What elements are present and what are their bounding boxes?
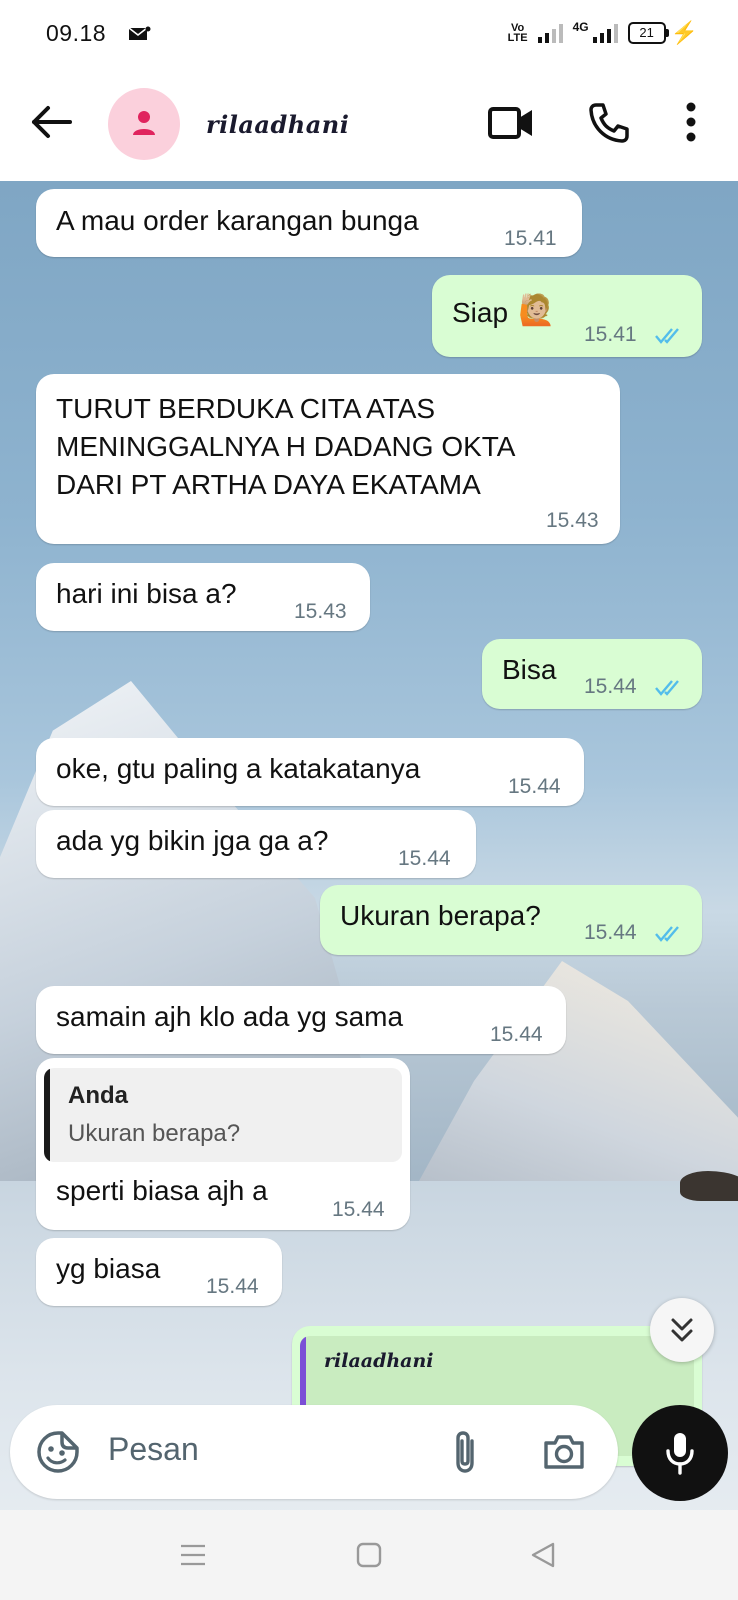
back-arrow-icon[interactable] <box>30 100 74 144</box>
message-time: 15.44 <box>398 847 451 870</box>
message-time: 15.44 <box>490 1023 543 1046</box>
quote-author: rilaadhani <box>324 1350 434 1372</box>
message-composer[interactable]: Pesan <box>10 1405 618 1499</box>
message-incoming-reply[interactable]: Anda Ukuran berapa? sperti biasa ajh a 1… <box>36 1058 410 1230</box>
message-time: 15.44 <box>508 775 561 798</box>
chat-area[interactable]: A mau order karangan bunga 15.41 Siap 🙋🏼… <box>0 181 738 1510</box>
charging-bolt-icon: ⚡ <box>670 20 698 45</box>
avatar[interactable] <box>108 88 180 160</box>
recent-apps-icon[interactable] <box>180 1544 206 1566</box>
battery-icon: 21 ⚡ <box>627 20 698 46</box>
message-time: 15.43 <box>294 600 347 623</box>
chat-header: rilaadhani <box>0 66 738 181</box>
voice-message-button[interactable] <box>632 1405 728 1501</box>
sticker-emoji-icon[interactable] <box>36 1430 80 1474</box>
camera-icon[interactable] <box>542 1433 586 1471</box>
message-incoming[interactable]: TURUT BERDUKA CITA ATAS MENINGGALNYA H D… <box>36 374 620 544</box>
message-outgoing[interactable]: Siap 🙋🏼 15.41 <box>432 275 702 357</box>
system-navigation-bar <box>0 1510 738 1600</box>
avatar-person-icon <box>133 111 155 135</box>
double-chevron-down-icon <box>671 1318 693 1342</box>
message-time: 15.44 <box>332 1198 385 1221</box>
volte-indicator: Vo LTE <box>507 22 528 44</box>
message-time: 15.43 <box>546 509 599 532</box>
read-ticks-icon <box>655 926 679 942</box>
message-incoming[interactable]: samain ajh klo ada yg sama 15.44 <box>36 986 566 1054</box>
message-incoming[interactable]: yg biasa 15.44 <box>36 1238 282 1306</box>
message-time: 15.44 <box>584 921 637 944</box>
nav-back-icon[interactable] <box>530 1542 556 1568</box>
message-notification-icon <box>128 26 151 40</box>
message-time: 15.41 <box>504 227 557 250</box>
signal-icon-1 <box>537 23 563 43</box>
emoji-person-raising-hand: 🙋🏼 <box>518 294 556 327</box>
quote-text: Ukuran berapa? <box>68 1120 241 1147</box>
quoted-message[interactable]: Anda Ukuran berapa? <box>44 1068 402 1162</box>
home-icon[interactable] <box>356 1542 382 1568</box>
message-time: 15.41 <box>584 323 637 346</box>
message-input[interactable]: Pesan <box>108 1431 199 1468</box>
video-call-icon[interactable] <box>488 106 534 140</box>
more-options-icon[interactable] <box>686 102 696 142</box>
status-time: 09.18 <box>46 20 107 46</box>
message-outgoing[interactable]: Bisa 15.44 <box>482 639 702 709</box>
message-outgoing[interactable]: Ukuran berapa? 15.44 <box>320 885 702 955</box>
read-ticks-icon <box>655 328 679 344</box>
scroll-to-bottom-button[interactable] <box>650 1298 714 1362</box>
message-time: 15.44 <box>584 675 637 698</box>
signal-icon-2 <box>592 23 618 43</box>
read-ticks-icon <box>655 680 679 696</box>
message-incoming[interactable]: ada yg bikin jga ga a? 15.44 <box>36 810 476 878</box>
message-incoming[interactable]: A mau order karangan bunga 15.41 <box>36 189 582 257</box>
message-incoming[interactable]: hari ini bisa a? 15.43 <box>36 563 370 631</box>
message-time: 15.44 <box>206 1275 259 1298</box>
status-bar: 09.18 Vo LTE 4G 21 ⚡ <box>0 0 738 66</box>
voice-call-icon[interactable] <box>588 102 630 144</box>
microphone-icon <box>666 1433 694 1475</box>
quote-bar <box>44 1068 50 1162</box>
network-type: 4G <box>572 20 589 34</box>
attachment-paperclip-icon[interactable] <box>450 1429 480 1475</box>
quote-author: Anda <box>68 1082 128 1109</box>
contact-name[interactable]: rilaadhani <box>206 110 349 139</box>
battery-level: 21 <box>627 22 666 44</box>
message-incoming[interactable]: oke, gtu paling a katakatanya 15.44 <box>36 738 584 806</box>
